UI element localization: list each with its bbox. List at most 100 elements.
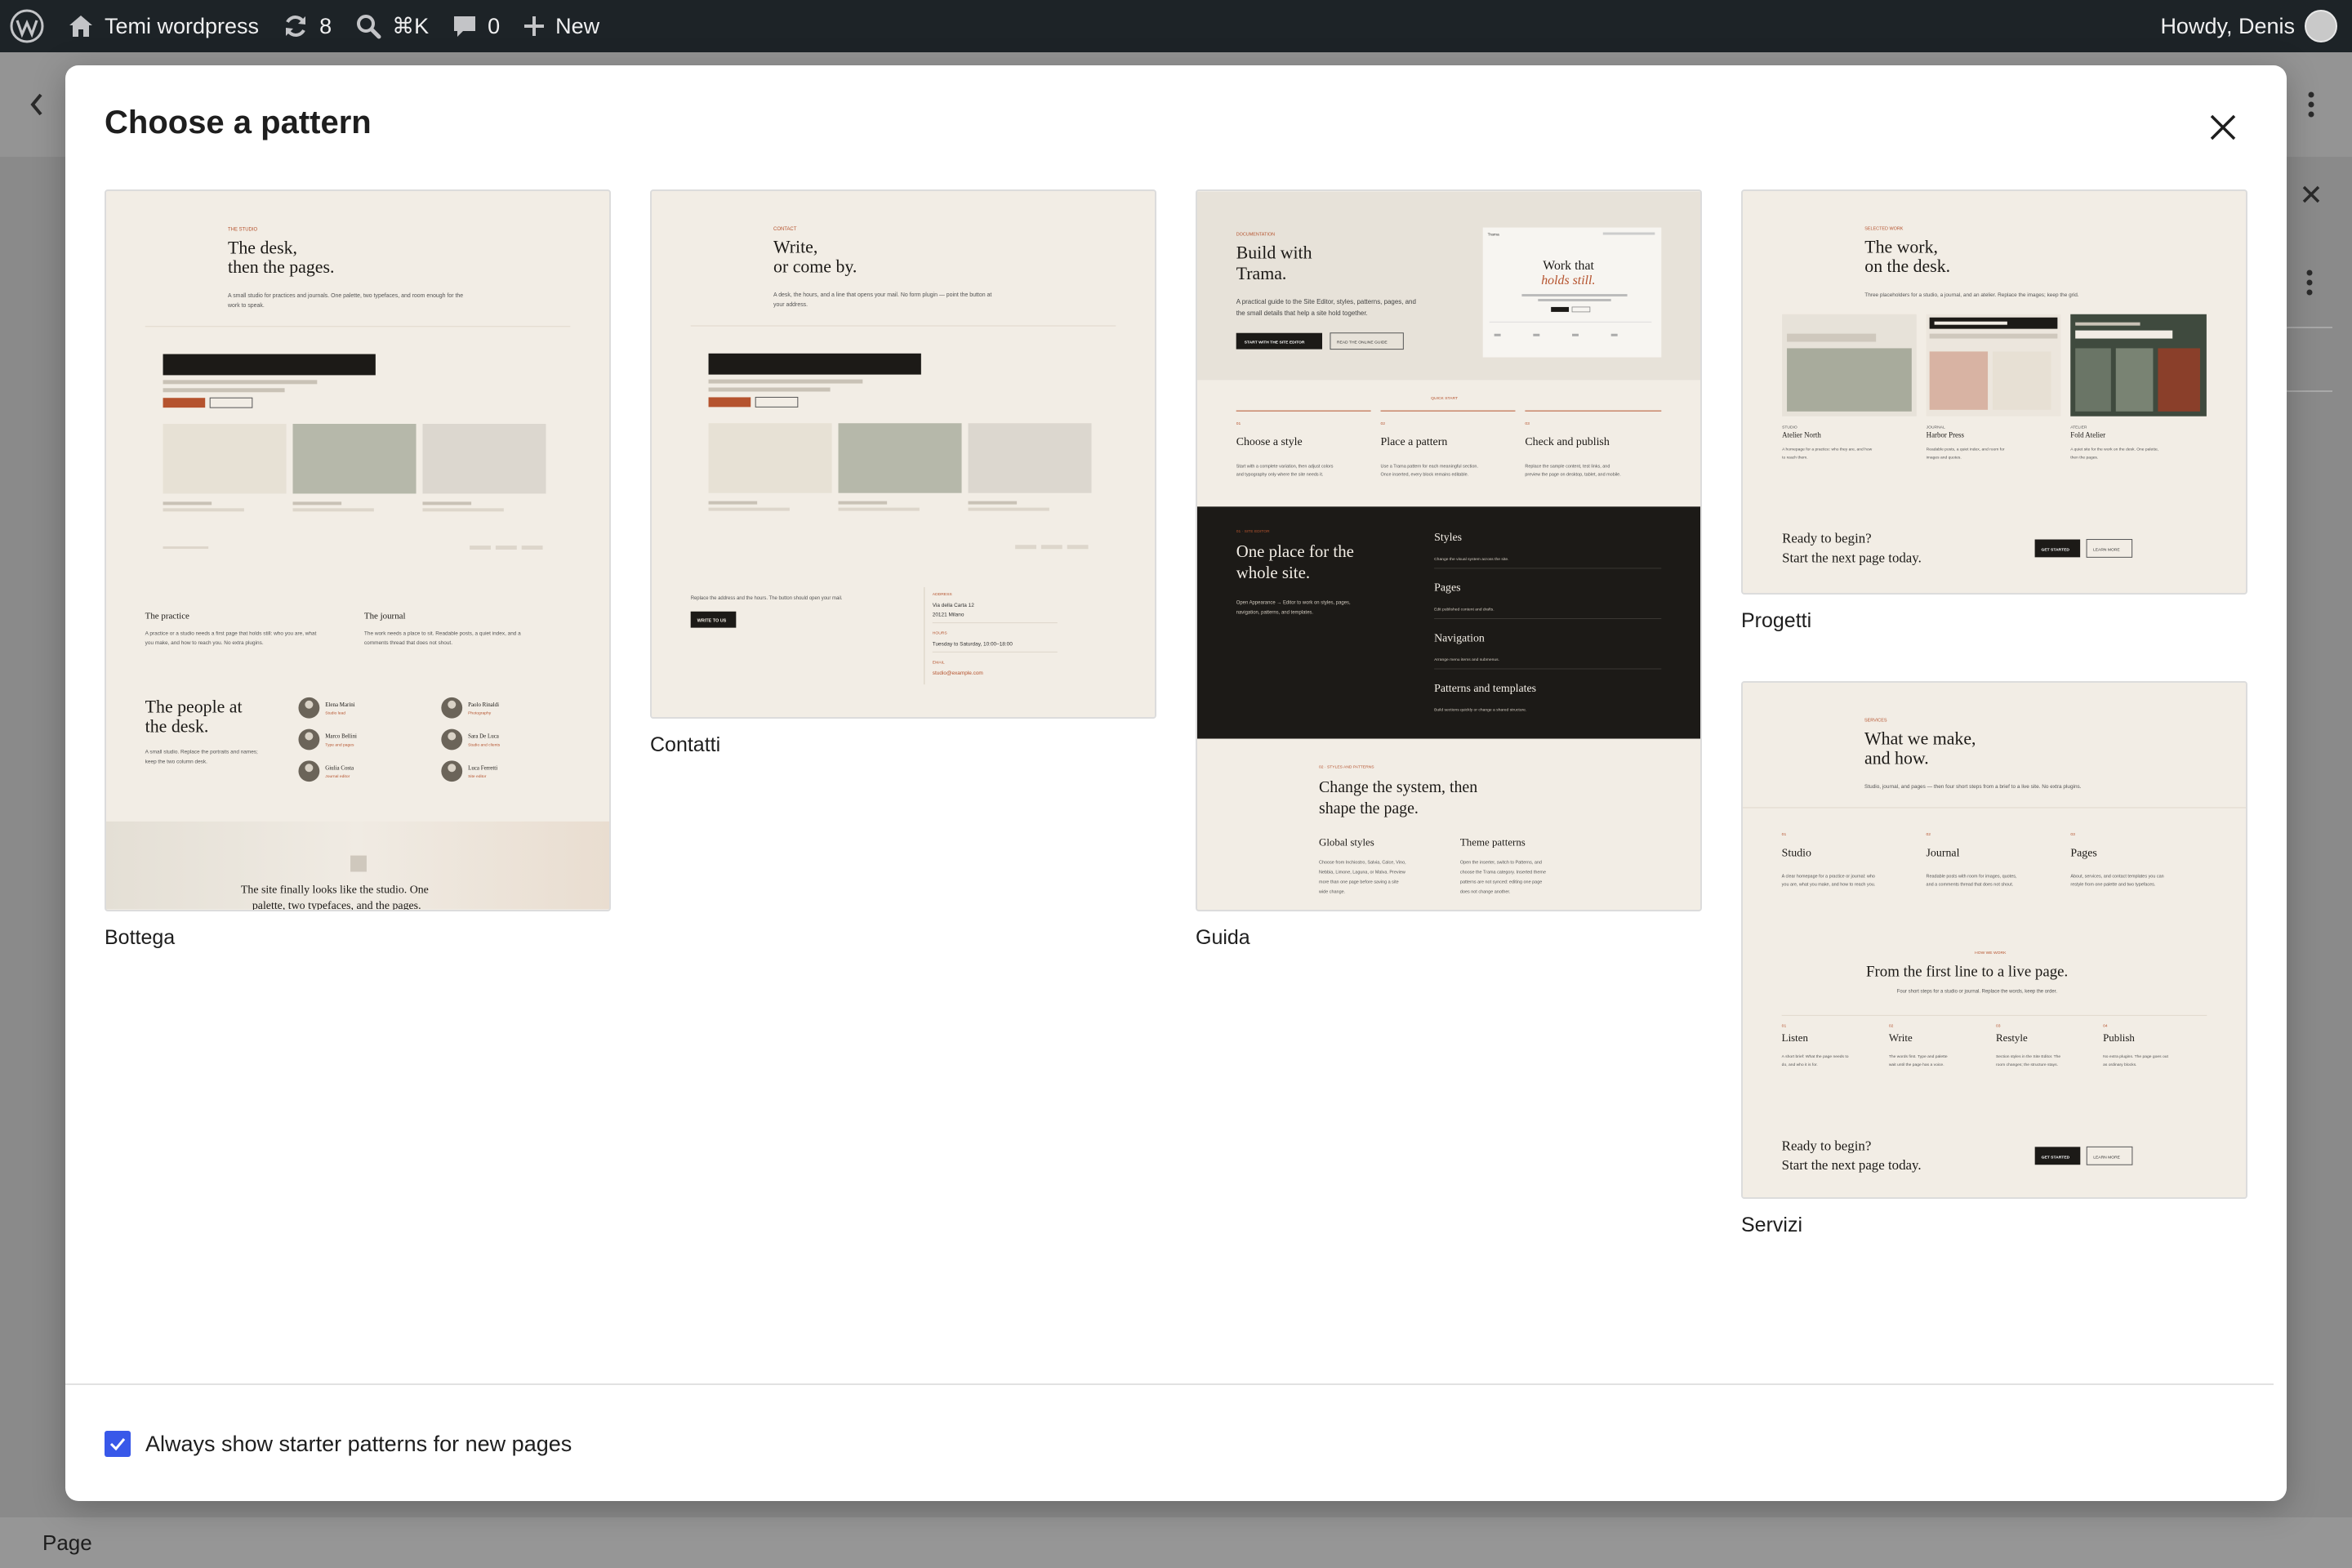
svg-text:ATELIER: ATELIER [2070,425,2087,430]
svg-text:Styles: Styles [1434,532,1462,544]
starter-patterns-label[interactable]: Always show starter patterns for new pag… [145,1432,572,1457]
servizi-how-eyebrow: HOW WE WORK [1975,951,2007,956]
guida-lower-col1-line-0: Choose from Inchiostro, Salvia, Calce, V… [1319,861,1406,866]
svg-text:Restyle: Restyle [1996,1031,2028,1044]
bottega-col2-text-1: The work needs a place to sit. Readable … [364,630,521,636]
bottega-col1-text-2: you make, and how to reach you. No extra… [145,640,264,646]
wp-logo-menu[interactable] [0,0,56,52]
servizi-cta-1: Ready to begin? [1782,1138,1872,1153]
breadcrumb[interactable]: Page [42,1530,92,1556]
checkmark-icon [109,1438,126,1451]
contatti-title-2: or come by. [773,256,857,276]
sidebar-close-icon[interactable] [2300,183,2323,206]
modal-footer-divider [65,1383,2274,1385]
contatti-hours-label: HOURS [933,631,948,636]
bottega-preview-svg: THE STUDIO The desk, then the pages. A s… [106,191,609,910]
pattern-label-contatti: Contatti [650,733,721,756]
contatti-note: Replace the address and the hours. The b… [691,596,843,601]
guida-eyebrow: DOCUMENTATION [1236,233,1275,238]
svg-text:Harbor Press: Harbor Press [1927,431,1965,439]
back-arrow-icon[interactable] [24,88,49,121]
svg-text:02: 02 [1381,421,1386,426]
pattern-preview-bottega[interactable]: THE STUDIO The desk, then the pages. A s… [105,189,611,911]
bottega-title-1: The desk, [228,238,297,257]
svg-text:Pages: Pages [1434,582,1460,595]
svg-text:A clear homepage for a practic: A clear homepage for a practice or journ… [1782,874,1875,879]
more-options-icon[interactable] [2303,88,2319,121]
bottega-quote-2: palette, two typefaces, and the pages. [252,900,421,910]
close-icon [2210,114,2236,140]
svg-text:Site editor: Site editor [468,774,487,779]
svg-text:Giulia Costa: Giulia Costa [325,764,354,771]
updates-menu[interactable]: 8 [270,0,343,52]
svg-text:Write: Write [1889,1031,1913,1044]
svg-text:then the pages.: then the pages. [2070,455,2098,460]
svg-text:Replace the sample content, te: Replace the sample content, test links, … [1525,465,1610,470]
svg-text:02: 02 [1889,1023,1894,1028]
bottega-people-text-1: A small studio. Replace the portraits an… [145,749,258,755]
account-menu[interactable]: Howdy, Denis [2149,0,2352,52]
bottega-col1-title: The practice [145,611,189,621]
pattern-preview-servizi[interactable]: SERVICES What we make, and how. Studio, … [1741,681,2247,1199]
svg-text:Navigation: Navigation [1434,632,1485,644]
guida-dark-text-1: Open Appearance → Editor to work on styl… [1236,601,1351,606]
guida-quick-label: QUICK START [1431,396,1458,401]
svg-text:and typography only where the: and typography only where the site needs… [1236,473,1324,478]
sidebar-options-icon[interactable] [2301,266,2318,299]
command-search[interactable]: ⌘K [343,0,440,52]
svg-text:Marco Bellini: Marco Bellini [325,733,357,740]
contatti-email-label: EMAIL [933,660,945,665]
pattern-preview-contatti[interactable]: CONTACT Write, or come by. A desk, the h… [650,189,1156,719]
guida-preview-svg: DOCUMENTATION Build with Trama. A practi… [1197,191,1700,910]
progetti-title-2: on the desk. [1864,256,1950,276]
bottega-col1-text-1: A practice or a studio needs a first pag… [145,630,317,636]
search-shortcut: ⌘K [392,13,430,38]
svg-text:JOURNAL: JOURNAL [1927,425,1945,430]
svg-text:Listen: Listen [1782,1031,1809,1044]
close-button[interactable] [2198,103,2247,152]
bottega-people-title-1: The people at [145,697,243,717]
guida-preview-brand: Trama [1488,233,1499,238]
home-icon [69,16,92,37]
bottega-col2-text-2: comments thread that does not shout. [364,640,452,646]
bottega-intro-2: work to speak. [227,303,265,309]
pattern-label-bottega: Bottega [105,926,176,949]
guida-lower-col1-title: Global styles [1319,836,1374,849]
svg-text:and a comments thread that doe: and a comments thread that does not shou… [1927,882,2014,887]
bottega-quote-1: The site finally looks like the studio. … [241,884,429,896]
guida-lower-col1-line-1: Nebbia, Limone, Laguna, or Malva. Previe… [1319,870,1405,875]
servizi-intro: Studio, journal, and pages — then four s… [1864,784,2082,790]
site-name-menu[interactable]: Temi wordpress [56,0,270,52]
svg-text:Once inserted, every block rem: Once inserted, every block remains edita… [1381,473,1469,478]
pattern-preview-guida[interactable]: DOCUMENTATION Build with Trama. A practi… [1196,189,1702,911]
contatti-button-text: WRITE TO US [697,619,727,624]
guida-preview-title-2: holds still. [1541,274,1595,287]
guida-intro-1: A practical guide to the Site Editor, st… [1236,298,1416,305]
guida-lower-eyebrow: 02 · STYLES AND PATTERNS [1319,764,1374,769]
servizi-title-1: What we make, [1864,729,1976,749]
svg-text:Sara De Luca: Sara De Luca [468,733,499,740]
svg-text:Start with a complete variatio: Start with a complete variation, then ad… [1236,465,1334,470]
svg-text:Build sections quickly or chan: Build sections quickly or change a share… [1434,708,1526,713]
contatti-address-label: ADDRESS [933,592,953,597]
svg-text:Photography: Photography [468,711,492,716]
comment-icon [454,16,476,37]
pattern-preview-progetti[interactable]: SELECTED WORK The work, on the desk. Thr… [1741,189,2247,595]
guida-lower-col1-line-2: more than one page before saving a site [1319,880,1399,884]
servizi-title-2: and how. [1864,748,1929,768]
contatti-email: studio@example.com [933,670,983,676]
progetti-btn-primary: GET STARTED [2042,547,2070,552]
starter-patterns-option[interactable]: Always show starter patterns for new pag… [105,1431,572,1457]
bottega-col2-title: The journal [364,611,406,621]
new-content-menu[interactable]: New [511,0,611,52]
bottega-title-2: then the pages. [228,257,334,277]
svg-text:room changes; the structure st: room changes; the structure stays. [1996,1062,2058,1067]
svg-text:Studio: Studio [1782,848,1811,860]
svg-text:01: 01 [1782,832,1787,837]
starter-patterns-checkbox[interactable] [105,1431,131,1457]
comments-menu[interactable]: 0 [440,0,511,52]
guida-lower-col2-title: Theme patterns [1460,836,1526,849]
svg-text:Use a Trama pattern for each m: Use a Trama pattern for each meaningful … [1381,465,1479,470]
servizi-how-title: From the first line to a live page. [1866,964,2068,981]
svg-text:03: 03 [2070,832,2075,837]
